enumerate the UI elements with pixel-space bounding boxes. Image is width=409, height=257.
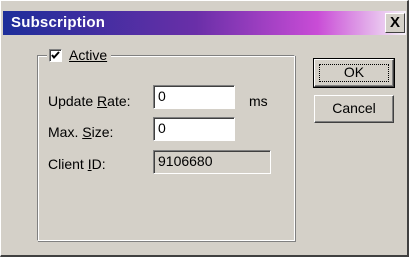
- update-rate-label: Update Rate:: [48, 93, 131, 109]
- active-checkbox[interactable]: [49, 48, 62, 62]
- active-toggle[interactable]: Active: [47, 45, 112, 65]
- update-rate-input[interactable]: 0: [153, 85, 235, 109]
- subscription-dialog: Subscription X Active Update Rate: 0 ms …: [0, 0, 409, 257]
- client-id-label: Client ID:: [48, 156, 106, 172]
- dialog-title: Subscription: [11, 14, 106, 31]
- max-size-label: Max. Size:: [48, 124, 114, 140]
- ok-button[interactable]: OK: [313, 58, 395, 88]
- client-id-field: 9106680: [153, 150, 271, 174]
- cancel-button[interactable]: Cancel: [314, 95, 394, 123]
- title-bar[interactable]: Subscription X: [3, 11, 406, 35]
- ok-button-label: OK: [343, 64, 365, 80]
- active-label: Active: [69, 47, 108, 63]
- subscription-groupbox: [37, 55, 295, 241]
- update-rate-unit: ms: [249, 93, 268, 109]
- checkmark-icon: [51, 50, 60, 59]
- close-icon[interactable]: X: [385, 13, 405, 33]
- cancel-button-label: Cancel: [332, 100, 376, 116]
- max-size-input[interactable]: 0: [153, 117, 235, 141]
